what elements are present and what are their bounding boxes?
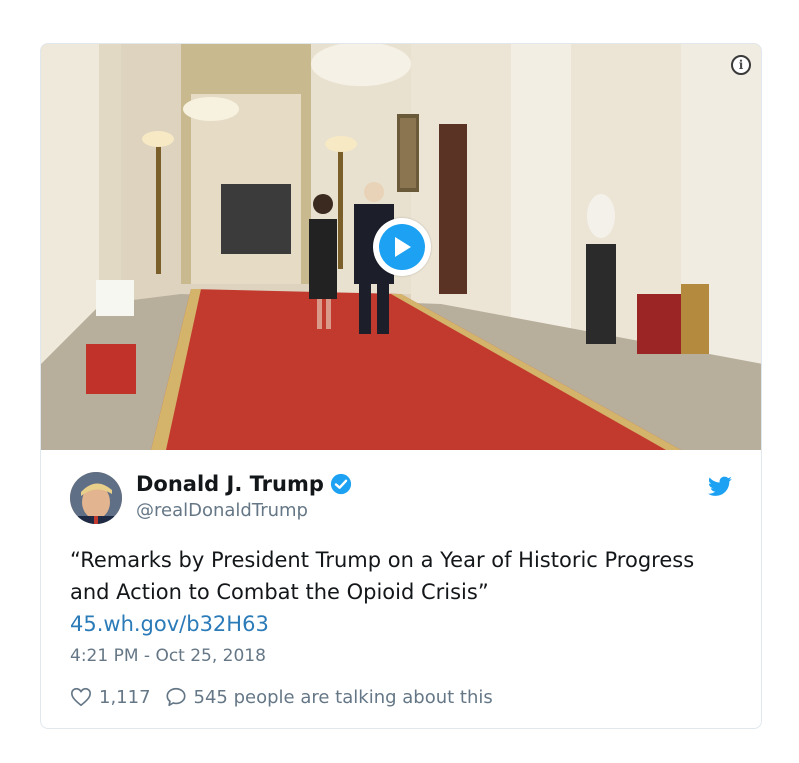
talking-count: 545 people are talking about this bbox=[193, 686, 493, 708]
verified-badge-icon bbox=[330, 473, 351, 495]
heart-icon bbox=[71, 687, 91, 707]
speech-bubble-icon bbox=[165, 687, 186, 707]
author-row: Donald J. Trump bbox=[136, 472, 352, 496]
play-icon bbox=[379, 224, 425, 270]
tweet-text: “Remarks by President Trump on a Year of… bbox=[70, 548, 695, 604]
tweet-body: Donald J. Trump @realDonaldTrump “Remark… bbox=[41, 450, 761, 728]
reply-action[interactable]: 545 people are talking about this bbox=[165, 686, 493, 708]
like-action[interactable]: 1,117 bbox=[70, 686, 151, 708]
author-handle[interactable]: @realDonaldTrump bbox=[136, 500, 308, 521]
play-button[interactable] bbox=[373, 218, 431, 276]
like-count: 1,117 bbox=[99, 686, 151, 708]
avatar[interactable] bbox=[70, 472, 122, 524]
tweet-actions: 1,117 545 people are talking about this bbox=[70, 686, 507, 708]
tweet-link[interactable]: 45.wh.gov/b32H63 bbox=[70, 608, 730, 640]
tweet-embed-card[interactable]: i Donald J. Trump @realDonaldTrump “Rema… bbox=[40, 43, 762, 729]
video-thumbnail[interactable]: i bbox=[41, 44, 761, 450]
info-icon[interactable]: i bbox=[731, 55, 751, 75]
timestamp[interactable]: 4:21 PM - Oct 25, 2018 bbox=[70, 646, 266, 666]
tweet-text-block: “Remarks by President Trump on a Year of… bbox=[70, 544, 730, 640]
twitter-bird-icon[interactable] bbox=[707, 476, 733, 498]
author-name[interactable]: Donald J. Trump bbox=[136, 472, 324, 496]
avatar-image bbox=[70, 472, 122, 524]
